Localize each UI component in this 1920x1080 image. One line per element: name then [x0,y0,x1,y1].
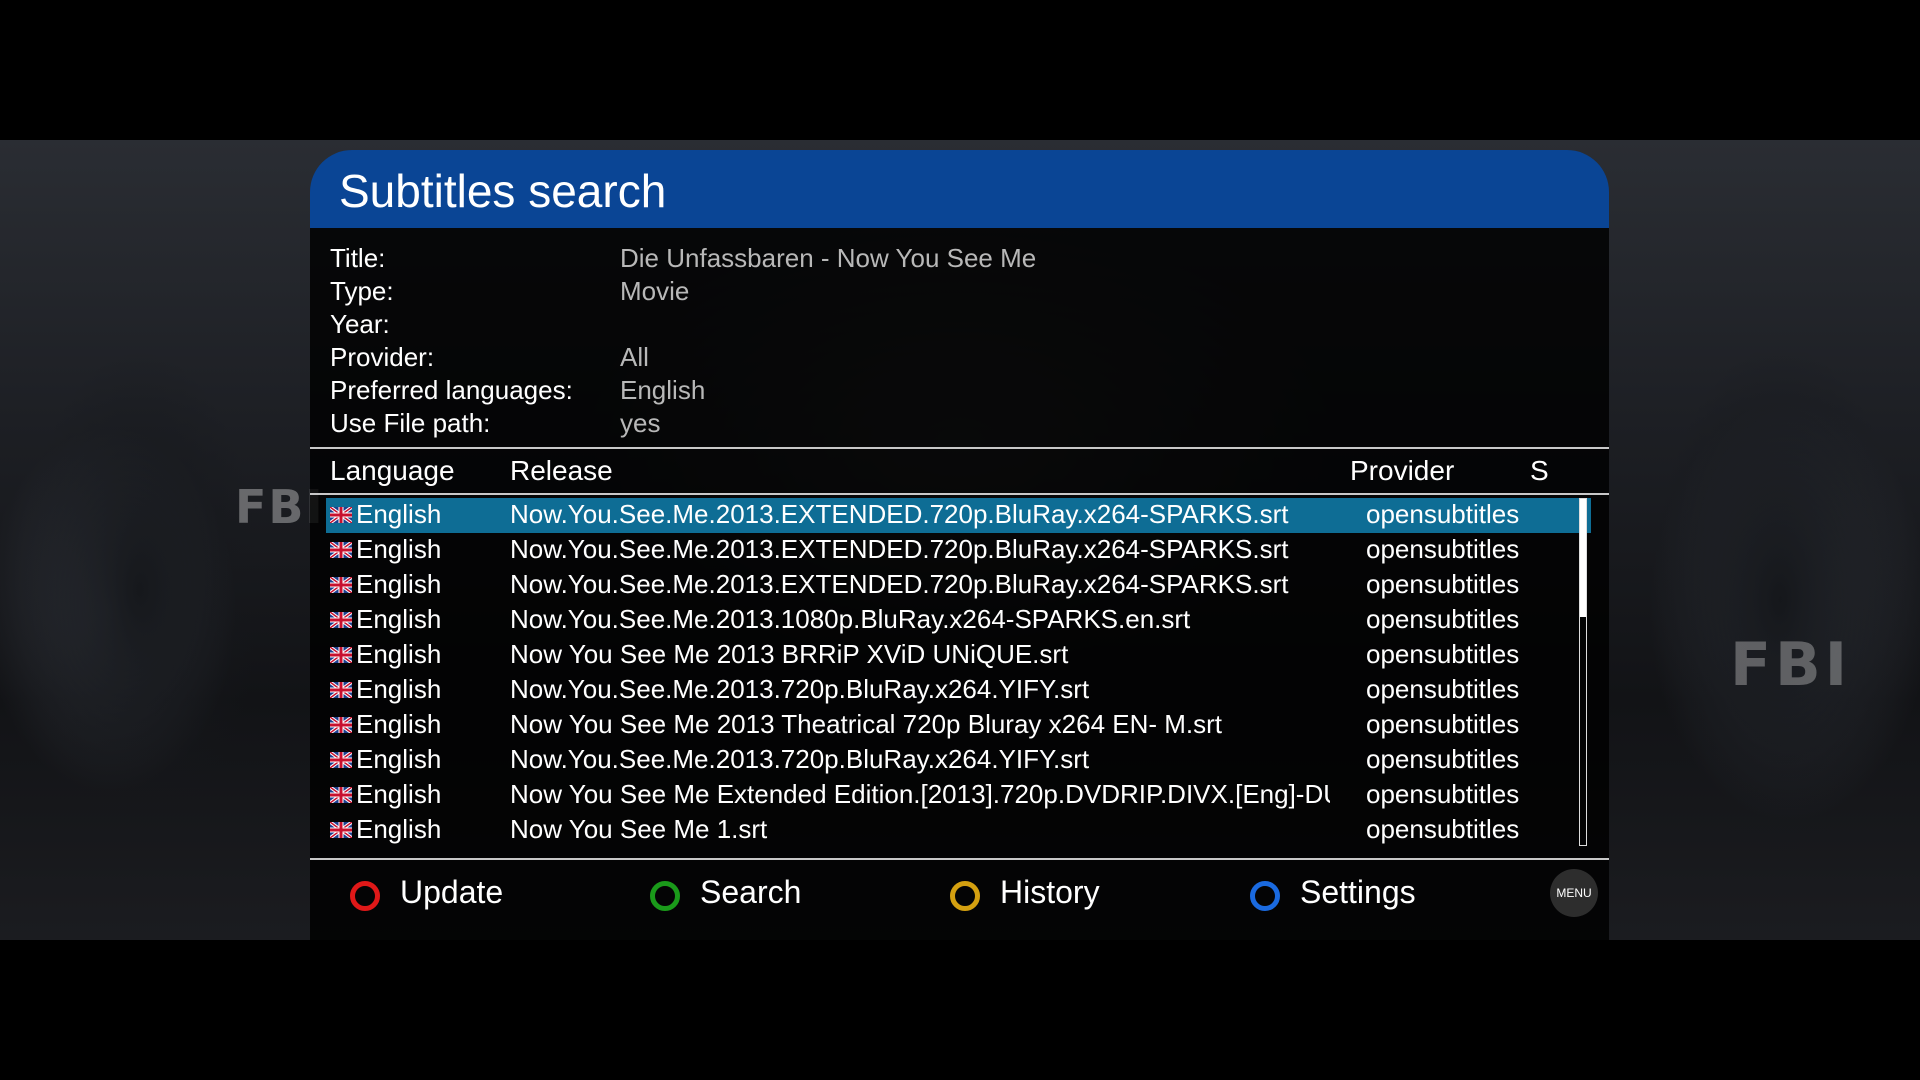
uk-flag-icon [330,507,352,523]
year-label: Year: [330,309,390,339]
column-header-release: Release [510,455,613,486]
menu-button[interactable]: MENU [1550,869,1598,917]
uk-flag-icon [330,682,352,698]
red-key-icon [350,881,380,911]
result-language: English [356,709,442,739]
subtitles-search-dialog: Subtitles search Title: Die Unfassbaren … [310,150,1609,940]
result-language: English [356,779,442,809]
background-figure-left [0,290,300,940]
result-row[interactable]: English Now You See Me 2013 BRRiP XViD U… [326,638,1591,673]
result-language: English [356,604,442,634]
result-row[interactable]: English Now You See Me Extended Edition.… [326,778,1591,813]
dialog-title: Subtitles search [339,165,667,217]
result-provider: opensubtitles [1366,534,1520,564]
result-provider: opensubtitles [1366,604,1520,634]
divider-top [310,447,1609,449]
result-release: Now.You.See.Me.2013.EXTENDED.720p.BluRay… [510,499,1289,529]
dialog-header: Subtitles search [310,150,1609,228]
result-provider: opensubtitles [1366,779,1520,809]
uk-flag-icon [330,647,352,663]
search-label: Search [700,874,802,910]
yellow-key-icon [950,881,980,911]
divider-header [310,493,1609,495]
result-release: Now You See Me 2013 Theatrical 720p Blur… [510,709,1223,739]
result-release: Now.You.See.Me.2013.1080p.BluRay.x264-SP… [510,604,1191,634]
result-row[interactable]: English Now.You.See.Me.2013.EXTENDED.720… [326,498,1591,533]
result-provider: opensubtitles [1366,674,1520,704]
result-language: English [356,534,442,564]
result-language: English [356,499,442,529]
type-value: Movie [620,276,690,306]
result-release: Now You See Me 1.srt [510,814,768,844]
result-language: English [356,639,442,669]
result-row[interactable]: English Now.You.See.Me.2013.EXTENDED.720… [326,533,1591,568]
column-header-language: Language [330,455,455,486]
column-header-s: S [1530,455,1549,486]
provider-value: All [620,342,649,372]
column-header-provider: Provider [1350,455,1455,486]
uk-flag-icon [330,717,352,733]
uk-flag-icon [330,542,352,558]
provider-label: Provider: [330,342,435,372]
update-label: Update [400,874,504,910]
result-provider: opensubtitles [1366,709,1520,739]
uk-flag-icon [330,752,352,768]
result-release: Now.You.See.Me.2013.720p.BluRay.x264.YIF… [510,674,1090,704]
result-row[interactable]: English Now.You.See.Me.2013.720p.BluRay.… [326,743,1591,778]
divider-footer [310,858,1609,860]
result-release: Now.You.See.Me.2013.720p.BluRay.x264.YIF… [510,744,1090,774]
uk-flag-icon [330,822,352,838]
blue-key-icon [1250,881,1280,911]
result-language: English [356,674,442,704]
uk-flag-icon [330,577,352,593]
settings-label: Settings [1300,874,1416,910]
result-provider: opensubtitles [1366,499,1520,529]
result-row[interactable]: English Now.You.See.Me.2013.720p.BluRay.… [326,673,1591,708]
uk-flag-icon [330,787,352,803]
title-value: Die Unfassbaren - Now You See Me [620,243,1037,273]
result-row[interactable]: English Now.You.See.Me.2013.EXTENDED.720… [326,568,1591,603]
preferred-languages-label: Preferred languages: [330,375,573,405]
result-row[interactable]: English Now You See Me 2013 Theatrical 7… [326,708,1591,743]
result-release: Now.You.See.Me.2013.EXTENDED.720p.BluRay… [510,569,1289,599]
result-provider: opensubtitles [1366,814,1520,844]
result-language: English [356,744,442,774]
result-provider: opensubtitles [1366,639,1520,669]
result-provider: opensubtitles [1366,744,1520,774]
use-file-path-label: Use File path: [330,408,491,438]
type-label: Type: [330,276,394,306]
background-figure-right [1600,280,1920,940]
background-fbi-text-right: FBI [1730,630,1852,700]
history-label: History [1000,874,1100,910]
uk-flag-icon [330,612,352,628]
use-file-path-value: yes [620,408,661,438]
result-row[interactable]: English Now.You.See.Me.2013.1080p.BluRay… [326,603,1591,638]
result-row[interactable]: English Now You See Me 1.srt opensubtitl… [326,813,1591,848]
result-release: Now You See Me Extended Edition.[2013].7… [510,779,1330,809]
result-language: English [356,569,442,599]
result-release: Now.You.See.Me.2013.EXTENDED.720p.BluRay… [510,534,1289,564]
result-provider: opensubtitles [1366,569,1520,599]
result-language: English [356,814,442,844]
results-list: English Now.You.See.Me.2013.EXTENDED.720… [310,498,1609,848]
scrollbar-thumb[interactable] [1580,499,1586,617]
green-key-icon [650,881,680,911]
results-scrollbar[interactable] [1579,498,1587,846]
preferred-languages-value: English [620,375,706,405]
title-label: Title: [330,243,386,273]
result-release: Now You See Me 2013 BRRiP XViD UNiQUE.sr… [510,639,1069,669]
